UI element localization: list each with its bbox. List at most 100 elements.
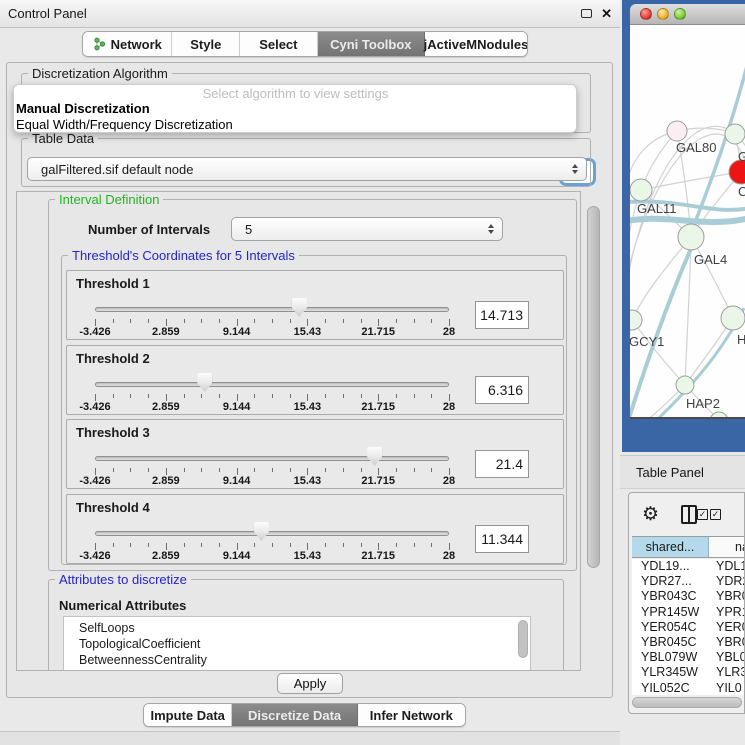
network-node-green[interactable] <box>678 224 704 250</box>
slider-tick <box>201 468 202 472</box>
table-row[interactable]: YPR145WYPR1 <box>632 605 745 620</box>
threshold-panel: Threshold 3-3.4262.8599.14415.4321.71528… <box>66 419 564 489</box>
tab-cyni-toolbox[interactable]: Cyni Toolbox <box>318 32 425 56</box>
slider-tick <box>431 394 432 398</box>
threshold-value-field[interactable]: 6.316 <box>475 376 529 404</box>
checkbox-icon[interactable]: ✓ <box>710 509 721 520</box>
slider-tick <box>113 468 114 472</box>
tab-select[interactable]: Select <box>240 32 318 56</box>
slider-tick <box>272 394 273 398</box>
num-intervals-combo[interactable]: 5 <box>231 217 503 241</box>
network-edge-thick[interactable] <box>630 218 745 224</box>
table-panel-title: Table Panel <box>636 465 704 480</box>
slider-tick <box>148 394 149 398</box>
slider-handle[interactable] <box>367 447 382 466</box>
numerical-attributes-list[interactable]: SelfLoopsTopologicalCoefficientBetweenne… <box>63 616 531 671</box>
network-edge[interactable] <box>630 320 632 395</box>
slider-tick <box>130 319 131 323</box>
slider-track[interactable] <box>95 456 449 461</box>
table-row[interactable]: YIL052CYIL0 <box>632 681 745 696</box>
tab-infer-network[interactable]: Infer Network <box>358 704 465 726</box>
network-node-green[interactable] <box>721 306 745 330</box>
network-canvas[interactable]: GAL80GCGAL11GAL4GCY1HHAP2 <box>630 25 745 419</box>
num-intervals-label: Number of Intervals <box>88 222 210 237</box>
minimize-traffic-light[interactable] <box>657 8 669 20</box>
tab-label: Network <box>111 37 162 52</box>
network-node-green[interactable] <box>676 376 694 394</box>
network-node-green[interactable] <box>710 412 728 417</box>
list-scrollbar-thumb[interactable] <box>518 620 528 658</box>
slider-tick <box>361 319 362 323</box>
slider-tick <box>237 543 238 550</box>
table-body: YDL19...YDL1YDR27...YDR2YBR043CYBR0YPR14… <box>632 559 745 695</box>
thresholds-group: Threshold's Coordinates for 5 Intervals … <box>61 255 567 565</box>
slider-tick <box>449 468 450 475</box>
slider-tick <box>396 543 397 547</box>
tab-style[interactable]: Style <box>172 32 240 56</box>
attribute-list-item[interactable]: SelfLoops <box>79 620 530 636</box>
slider-handle[interactable] <box>254 522 269 541</box>
tab-network[interactable]: Network <box>83 32 172 56</box>
slider-tick-label: 2.859 <box>152 475 180 487</box>
tab-discretize-data[interactable]: Discretize Data <box>232 704 357 726</box>
slider-handle[interactable] <box>197 373 212 392</box>
float-window-icon[interactable] <box>581 9 592 18</box>
slider-track[interactable] <box>95 307 449 312</box>
vertical-scrollbar-thumb[interactable] <box>587 206 600 568</box>
cell-shared-name: YDL19... <box>632 559 709 574</box>
network-edge[interactable] <box>632 237 691 320</box>
gear-icon[interactable]: ⚙ <box>642 505 659 524</box>
columns-icon[interactable] <box>681 505 697 524</box>
column-header-shared[interactable]: shared... <box>632 537 709 557</box>
slider-tick <box>272 319 273 323</box>
table-row[interactable]: YLR345WYLR3 <box>632 665 745 680</box>
network-node-green[interactable] <box>630 179 652 201</box>
slider-tick-label: 15.43 <box>294 550 322 562</box>
close-icon[interactable]: ✕ <box>601 7 612 20</box>
tab-label: Impute Data <box>151 708 225 723</box>
algorithm-option-manual[interactable]: Manual Discretization <box>15 101 576 117</box>
horizontal-scrollbar[interactable] <box>631 696 744 710</box>
table-row[interactable]: YER054CYER0 <box>632 620 745 635</box>
tab-impute-data[interactable]: Impute Data <box>144 704 232 726</box>
table-row[interactable]: YDL19...YDL1 <box>632 559 745 574</box>
network-node-label: H <box>737 332 745 347</box>
slider-track[interactable] <box>95 531 449 536</box>
network-edge[interactable] <box>691 237 733 318</box>
slider-tick <box>414 319 415 323</box>
network-node-green[interactable] <box>630 310 642 330</box>
table-row[interactable]: YBR045CYBR0 <box>632 635 745 650</box>
slider-tick <box>307 394 308 401</box>
network-node-green[interactable] <box>725 124 745 144</box>
table-row[interactable]: YDR27...YDR2 <box>632 574 745 589</box>
network-window: GAL80GCGAL11GAL4GCY1HHAP2 <box>622 0 745 452</box>
close-traffic-light[interactable] <box>640 8 652 20</box>
slider-tick <box>396 394 397 398</box>
horizontal-scrollbar-thumb[interactable] <box>632 697 742 708</box>
network-node-pink[interactable] <box>667 121 687 141</box>
threshold-value-field[interactable]: 11.344 <box>475 525 529 553</box>
table-row[interactable]: YBR043CYBR0 <box>632 589 745 604</box>
slider-tick <box>219 468 220 472</box>
cell-name: YDL1 <box>709 559 745 574</box>
vertical-scrollbar[interactable] <box>584 192 604 670</box>
attribute-list-item[interactable]: TopologicalCoefficient <box>79 636 530 652</box>
column-header-name[interactable]: na <box>709 537 745 557</box>
network-window-titlebar[interactable] <box>630 4 745 25</box>
threshold-value-field[interactable]: 14.713 <box>475 301 529 329</box>
threshold-label: Threshold 1 <box>76 276 150 291</box>
zoom-traffic-light[interactable] <box>674 8 686 20</box>
slider-tick <box>95 543 96 550</box>
apply-button[interactable]: Apply <box>277 673 343 694</box>
table-row[interactable]: YBL079WYBL0 <box>632 650 745 665</box>
checkbox-icon[interactable]: ✓ <box>697 509 708 520</box>
slider-tick <box>237 394 238 401</box>
table-data-combo[interactable]: galFiltered.sif default node <box>27 157 587 181</box>
algorithm-option-equal-width[interactable]: Equal Width/Frequency Discretization <box>15 117 576 133</box>
threshold-panel: Threshold 1-3.4262.8599.14415.4321.71528… <box>66 270 564 340</box>
slider-handle[interactable] <box>292 298 307 317</box>
tab-jactivemnodules[interactable]: jActiveMNodules <box>425 32 527 56</box>
attribute-list-item[interactable]: BetweennessCentrality <box>79 652 530 668</box>
slider-track[interactable] <box>95 382 449 387</box>
threshold-value-field[interactable]: 21.4 <box>475 450 529 478</box>
